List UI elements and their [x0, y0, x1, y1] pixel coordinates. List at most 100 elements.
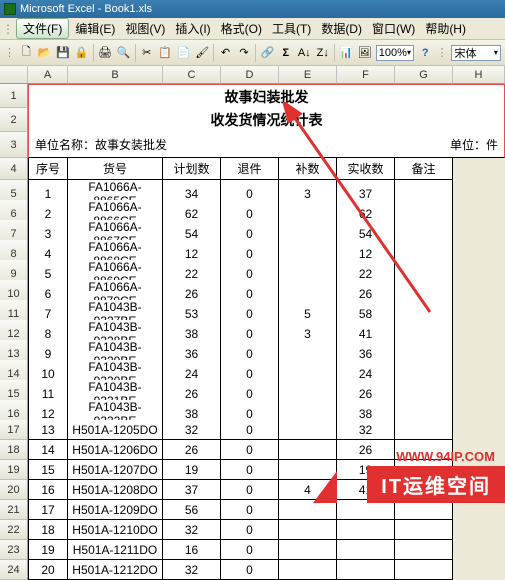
- col-header-f[interactable]: F: [337, 66, 395, 84]
- menu-insert[interactable]: 插入(I): [171, 18, 214, 39]
- row-header[interactable]: 18: [0, 440, 28, 460]
- cell-recv[interactable]: 32: [337, 420, 395, 440]
- cell-plan[interactable]: 37: [163, 480, 221, 500]
- copy-icon[interactable]: 📋: [158, 44, 172, 62]
- col-header-a[interactable]: A: [28, 66, 68, 84]
- sum-icon[interactable]: Σ: [279, 44, 293, 62]
- cell-code[interactable]: H501A-1205DO: [68, 420, 163, 440]
- cell-ret[interactable]: 0: [221, 500, 279, 520]
- cell-note[interactable]: [395, 420, 453, 440]
- cell-seq[interactable]: 16: [28, 480, 68, 500]
- row-header[interactable]: 3: [0, 132, 28, 158]
- menu-view[interactable]: 视图(V): [121, 18, 169, 39]
- cell-plan[interactable]: 32: [163, 520, 221, 540]
- preview-icon[interactable]: 🔍: [116, 44, 130, 62]
- col-header-c[interactable]: C: [163, 66, 221, 84]
- row-header[interactable]: 24: [0, 560, 28, 580]
- cell-note[interactable]: [395, 500, 453, 520]
- menu-tools[interactable]: 工具(T): [268, 18, 315, 39]
- cell-ret[interactable]: 0: [221, 460, 279, 480]
- cell-ret[interactable]: 0: [221, 560, 279, 580]
- cell-plan[interactable]: 26: [163, 440, 221, 460]
- paste-icon[interactable]: 📄: [177, 44, 191, 62]
- permission-icon[interactable]: 🔒: [74, 44, 88, 62]
- redo-icon[interactable]: ↷: [237, 44, 251, 62]
- cell-ret[interactable]: 0: [221, 480, 279, 500]
- sheet-title-2[interactable]: 收发货情况统计表: [28, 108, 505, 132]
- th-plan[interactable]: 计划数: [163, 158, 221, 180]
- drawing-icon[interactable]: 🖼: [357, 44, 371, 62]
- cell-add[interactable]: [279, 540, 337, 560]
- menu-help[interactable]: 帮助(H): [421, 18, 470, 39]
- cell-seq[interactable]: 18: [28, 520, 68, 540]
- cell-code[interactable]: H501A-1208DO: [68, 480, 163, 500]
- menu-file[interactable]: 文件(F): [16, 18, 69, 39]
- col-header-b[interactable]: B: [68, 66, 163, 84]
- th-recv[interactable]: 实收数: [337, 158, 395, 180]
- cell-plan[interactable]: 32: [163, 420, 221, 440]
- row-header[interactable]: 23: [0, 540, 28, 560]
- cell-seq[interactable]: 17: [28, 500, 68, 520]
- sort-asc-icon[interactable]: A↓: [297, 44, 311, 62]
- cell-code[interactable]: H501A-1212DO: [68, 560, 163, 580]
- col-header-g[interactable]: G: [395, 66, 453, 84]
- menu-window[interactable]: 窗口(W): [368, 18, 419, 39]
- col-header-h[interactable]: H: [453, 66, 505, 84]
- menu-data[interactable]: 数据(D): [317, 18, 366, 39]
- cell-recv[interactable]: [337, 560, 395, 580]
- row-header[interactable]: 1: [0, 84, 28, 108]
- cell-note[interactable]: [395, 560, 453, 580]
- print-icon[interactable]: 🖨: [98, 44, 112, 62]
- cell-plan[interactable]: 32: [163, 560, 221, 580]
- cell-code[interactable]: H501A-1211DO: [68, 540, 163, 560]
- format-painter-icon[interactable]: 🖌: [195, 44, 209, 62]
- sheet-title-1[interactable]: 故事妇装批发: [28, 84, 505, 108]
- menu-edit[interactable]: 编辑(E): [71, 18, 119, 39]
- zoom-select[interactable]: 100% ▾: [376, 45, 414, 61]
- undo-icon[interactable]: ↶: [218, 44, 232, 62]
- cell-code[interactable]: H501A-1209DO: [68, 500, 163, 520]
- th-code[interactable]: 货号: [68, 158, 163, 180]
- cell-plan[interactable]: 16: [163, 540, 221, 560]
- th-note[interactable]: 备注: [395, 158, 453, 180]
- cell-seq[interactable]: 20: [28, 560, 68, 580]
- cell-code[interactable]: H501A-1207DO: [68, 460, 163, 480]
- new-icon[interactable]: 🗋: [19, 44, 33, 62]
- chart-icon[interactable]: 📊: [339, 44, 353, 62]
- cell-seq[interactable]: 15: [28, 460, 68, 480]
- cell-add[interactable]: [279, 560, 337, 580]
- cell-recv[interactable]: [337, 540, 395, 560]
- link-icon[interactable]: 🔗: [260, 44, 274, 62]
- cell-ret[interactable]: 0: [221, 440, 279, 460]
- th-seq[interactable]: 序号: [28, 158, 68, 180]
- row-header[interactable]: 19: [0, 460, 28, 480]
- cell-seq[interactable]: 13: [28, 420, 68, 440]
- row-header[interactable]: 17: [0, 420, 28, 440]
- help-icon[interactable]: ?: [418, 44, 432, 62]
- th-add[interactable]: 补数: [279, 158, 337, 180]
- cell-note[interactable]: [395, 540, 453, 560]
- sort-desc-icon[interactable]: Z↓: [316, 44, 330, 62]
- cell-add[interactable]: [279, 520, 337, 540]
- row-header[interactable]: 21: [0, 500, 28, 520]
- save-icon[interactable]: 💾: [56, 44, 70, 62]
- cell-code[interactable]: H501A-1210DO: [68, 520, 163, 540]
- menu-format[interactable]: 格式(O): [217, 18, 266, 39]
- cell-ret[interactable]: 0: [221, 420, 279, 440]
- cell-note[interactable]: [395, 520, 453, 540]
- unit-info[interactable]: 单位名称：故事女装批发 单位：件: [28, 132, 505, 158]
- cell-seq[interactable]: 19: [28, 540, 68, 560]
- cell-ret[interactable]: 0: [221, 540, 279, 560]
- font-select[interactable]: 宋体 ▾: [451, 45, 500, 61]
- row-header[interactable]: 22: [0, 520, 28, 540]
- cell-add[interactable]: [279, 500, 337, 520]
- cell-recv[interactable]: [337, 500, 395, 520]
- cut-icon[interactable]: ✂: [140, 44, 154, 62]
- select-all-corner[interactable]: [0, 66, 28, 84]
- cell-seq[interactable]: 14: [28, 440, 68, 460]
- cell-code[interactable]: H501A-1206DO: [68, 440, 163, 460]
- col-header-d[interactable]: D: [221, 66, 279, 84]
- row-header[interactable]: 20: [0, 480, 28, 500]
- open-icon[interactable]: 📂: [37, 44, 51, 62]
- th-ret[interactable]: 退件: [221, 158, 279, 180]
